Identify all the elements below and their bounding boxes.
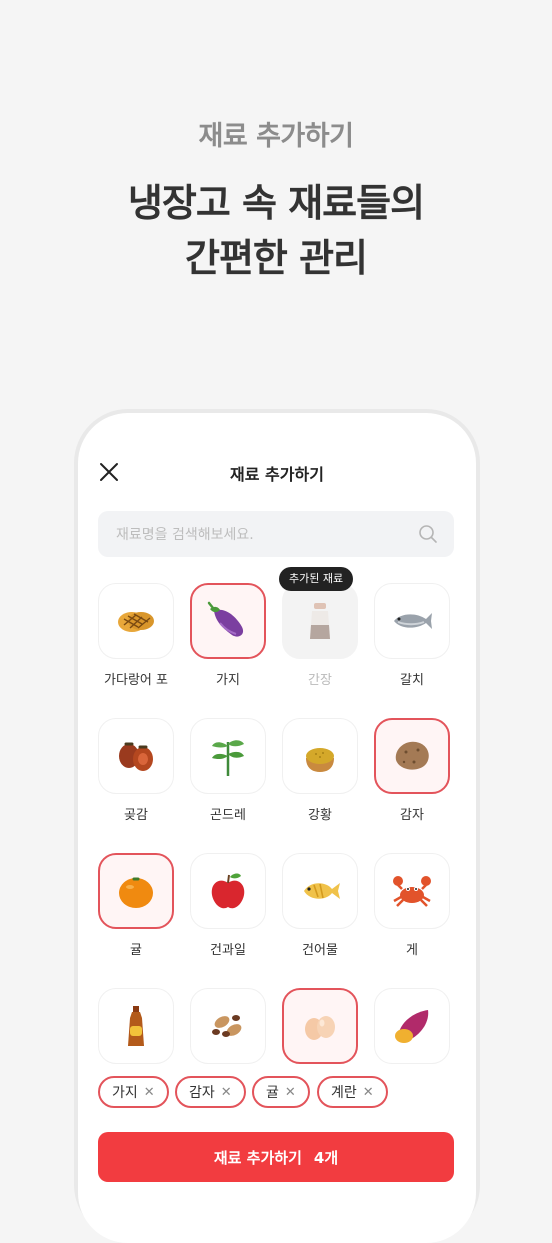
bonito-flakes-icon (118, 612, 154, 632)
ingredient-item[interactable]: 곶감 (98, 716, 178, 826)
ingredient-item[interactable]: 건과일 (190, 851, 270, 961)
selected-chip[interactable]: 감자 ✕ (175, 1076, 246, 1108)
ingredient-tile (374, 853, 450, 929)
chip-label: 귤 (266, 1085, 279, 1101)
soy-sauce-icon (310, 603, 330, 639)
chip-label: 계란 (331, 1085, 357, 1101)
add-ingredients-button[interactable]: 재료 추가하기 4개 (98, 1132, 454, 1182)
ingredient-item[interactable]: 건어물 (282, 851, 362, 961)
ingredient-item[interactable]: 갈치 (374, 581, 454, 691)
ingredient-item[interactable]: 곤드레 (190, 716, 270, 826)
ingredient-label: 게 (406, 943, 418, 958)
selected-chip[interactable]: 귤 ✕ (252, 1076, 310, 1108)
ingredient-label: 건과일 (210, 943, 246, 958)
promo-subtitle: 재료 추가하기 (198, 121, 354, 152)
search-bar (98, 511, 454, 559)
ingredient-tile (98, 988, 174, 1064)
ingredient-tile (190, 988, 266, 1064)
ingredient-item[interactable]: 가다랑어 포 (98, 581, 178, 691)
sweet-potato-icon (395, 1010, 429, 1043)
remove-icon[interactable]: ✕ (363, 1085, 374, 1100)
ingredient-tile-selected (98, 853, 174, 929)
search-icon[interactable] (418, 524, 438, 544)
remove-icon[interactable]: ✕ (221, 1085, 232, 1100)
ingredient-tile (98, 583, 174, 659)
fish-icon (394, 613, 432, 629)
ingredient-label: 귤 (130, 943, 142, 958)
phone-screen: 재료 추가하기 가다랑어 포 (78, 413, 476, 1243)
ingredient-label: 가다랑어 포 (104, 673, 168, 688)
ingredient-label: 곶감 (124, 808, 148, 823)
crab-icon (393, 876, 431, 907)
promo-title-line-1: 냉장고 속 재료들의 (127, 181, 425, 225)
potato-icon (395, 741, 429, 770)
ingredient-label: 간장 (308, 673, 332, 688)
ingredient-tile (282, 853, 358, 929)
chip-label: 감자 (189, 1085, 215, 1101)
ingredient-label: 감자 (400, 808, 424, 823)
ingredient-tile (190, 853, 266, 929)
turmeric-icon (306, 748, 334, 772)
ingredient-tile-added (282, 583, 358, 659)
promo-title-line-2: 간편한 관리 (184, 236, 368, 280)
selected-chip[interactable]: 가지 ✕ (98, 1076, 169, 1108)
search-input[interactable] (114, 511, 408, 559)
ingredient-tile-selected (282, 988, 358, 1064)
gondre-herb-icon (212, 740, 244, 776)
ingredient-tile (374, 988, 450, 1064)
remove-icon[interactable]: ✕ (144, 1085, 155, 1100)
apple-icon (211, 873, 245, 909)
eggplant-icon (207, 601, 244, 637)
remove-icon[interactable]: ✕ (285, 1085, 296, 1100)
sesame-oil-bottle-icon (128, 1006, 144, 1046)
ingredient-label: 갈치 (400, 673, 424, 688)
ingredient-label: 가지 (216, 673, 240, 688)
chip-label: 가지 (112, 1085, 138, 1101)
ingredient-item[interactable]: 강황 (282, 716, 362, 826)
ingredient-label: 곤드레 (210, 808, 246, 823)
screen-title: 재료 추가하기 (230, 465, 324, 484)
ingredient-tile (282, 718, 358, 794)
promo-title: 냉장고 속 재료들의 간편한 관리 (0, 176, 552, 286)
dried-persimmon-icon (119, 742, 153, 771)
tangerine-icon (119, 877, 153, 908)
ingredient-tile (190, 718, 266, 794)
eggs-icon (305, 1016, 335, 1040)
cta-count: 4개 (313, 1148, 339, 1167)
ingredient-item[interactable]: 귤 (98, 851, 178, 961)
ingredient-item[interactable]: 게 (374, 851, 454, 961)
ingredient-tile-selected (190, 583, 266, 659)
dried-fish-icon (304, 883, 340, 899)
ingredient-label: 건어물 (302, 943, 338, 958)
ingredient-item[interactable]: 추가된 재료 간장 (279, 567, 362, 691)
cta-label: 재료 추가하기 (213, 1148, 302, 1167)
ingredient-item[interactable]: 감자 (374, 716, 454, 826)
peanuts-icon (212, 1015, 242, 1037)
selected-chip[interactable]: 계란 ✕ (317, 1076, 388, 1108)
ingredient-tile (98, 718, 174, 794)
added-badge: 추가된 재료 (279, 567, 354, 591)
ingredient-tile-selected (374, 718, 450, 794)
ingredient-tile (374, 583, 450, 659)
ingredient-label: 강황 (308, 808, 332, 823)
ingredient-item[interactable]: 가지 (190, 581, 270, 691)
ingredient-item[interactable] (374, 986, 454, 1096)
